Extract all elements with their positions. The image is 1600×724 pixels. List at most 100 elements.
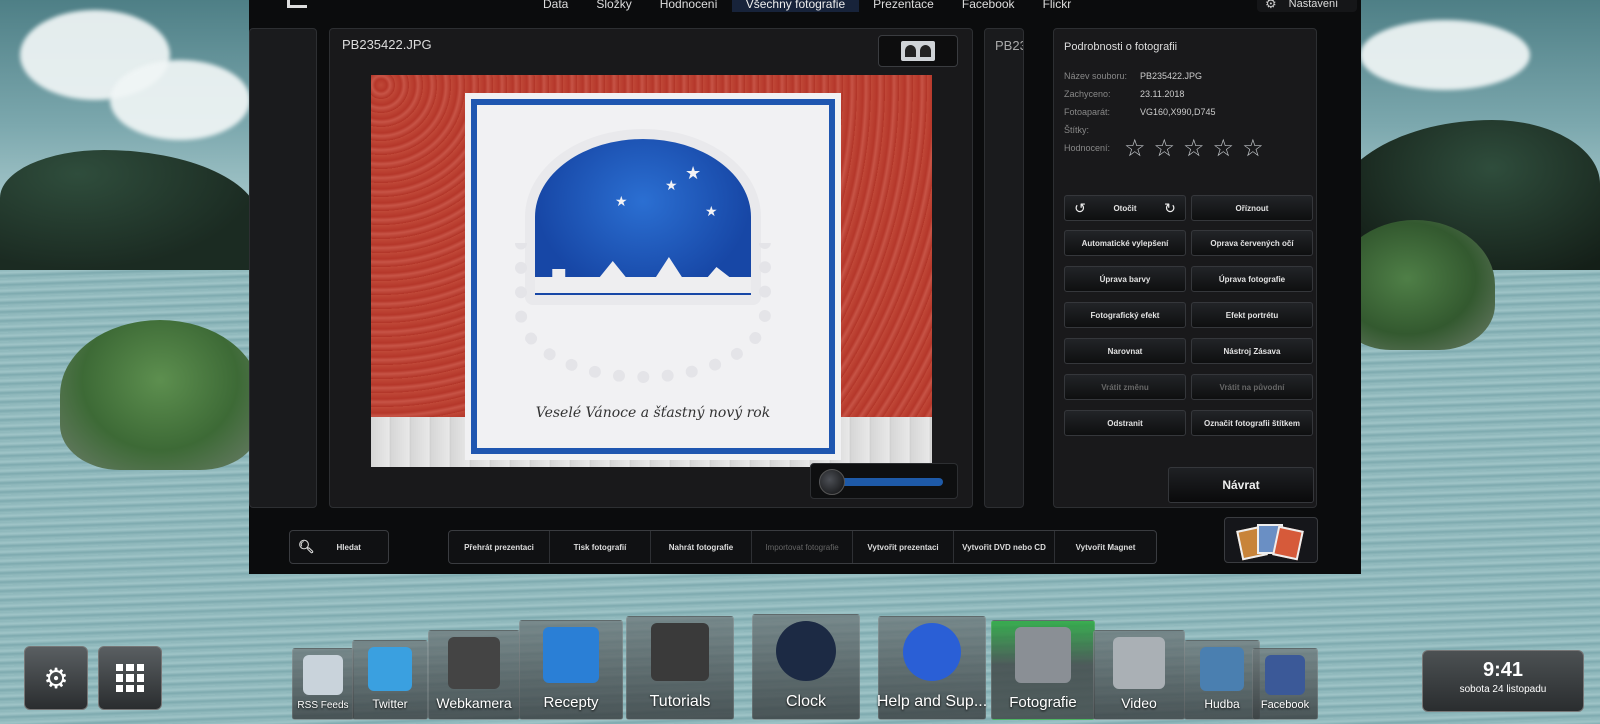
star-icon[interactable]: ☆ [1154, 137, 1176, 161]
detail-key: Název souboru: [1064, 71, 1128, 81]
dock-item-label: Hudba [1204, 697, 1240, 711]
dock-item-label: Video [1121, 695, 1157, 711]
detail-action-button[interactable]: Oprava červených očí [1191, 230, 1313, 256]
detail-action-button[interactable]: Odstranit [1064, 410, 1186, 436]
detail-action-button[interactable]: Fotografický efekt [1064, 302, 1186, 328]
detail-action-button[interactable]: Úprava fotografie [1191, 266, 1313, 292]
compare-button[interactable] [878, 35, 958, 67]
detail-row: Název souboru: PB235422.JPG [1064, 71, 1202, 81]
detail-key: Fotoaparát: [1064, 107, 1111, 117]
card-wreath [515, 243, 771, 383]
dock-item[interactable]: Recepty [519, 620, 623, 720]
dock-item-label: Fotografie [1009, 694, 1077, 711]
zoom-knob[interactable] [818, 469, 845, 495]
detail-action-button[interactable]: Vrátit změnu [1064, 374, 1186, 400]
zoom-slider[interactable] [810, 463, 958, 499]
dock-item[interactable]: Webkamera [428, 630, 520, 720]
toolbar-action-button[interactable]: Vytvořit prezentaci [853, 531, 954, 563]
toolbar-action-button[interactable]: Nahrát fotografie [651, 531, 752, 563]
shooting-star-icon: ★ [685, 163, 702, 183]
photo-details-panel: Podrobnosti o fotografii Název souboru: P… [1053, 28, 1317, 508]
dock-item-label: Facebook [1260, 699, 1310, 711]
previous-photo-panel[interactable] [249, 28, 317, 508]
search-label: Hledat [336, 542, 361, 552]
clock-time: 9:41 [1482, 659, 1524, 681]
tab-3[interactable]: Všechny fotografie [731, 0, 860, 12]
star-icon[interactable]: ☆ [1183, 137, 1205, 161]
detail-action-button[interactable]: Oříznout [1191, 195, 1313, 221]
dock-item[interactable]: Hudba [1184, 640, 1260, 720]
dock-item[interactable]: Help and Sup... [876, 616, 988, 720]
dock-item-label: Clock [785, 693, 826, 710]
photo-filename: PB235422.JPG [342, 37, 432, 52]
dock-item-label: Help and Sup... [876, 693, 988, 710]
photo-app-window: Data Složky Hodnocení Všechny fotografie Pre… [249, 0, 1361, 574]
detail-action-button[interactable]: Nástroj Zásava [1191, 338, 1313, 364]
dock-item[interactable]: Twitter [352, 640, 428, 720]
detail-row: Fotoaparát: VG160,X990,D745 [1064, 107, 1216, 117]
detail-key: Štítky: [1064, 125, 1090, 135]
tab-5[interactable]: Facebook [948, 0, 1029, 12]
dock-item[interactable]: Tutorials [626, 616, 734, 720]
photo-image: ★ ★ ★ ★ Veselé Vánoce a šťastný nový rok [371, 75, 932, 467]
clock-icon [776, 621, 836, 681]
system-clock[interactable]: 9:41 sobota 24 listopadu [1422, 650, 1584, 712]
tab-2[interactable]: Hodnocení [646, 0, 732, 12]
rotate-left-button[interactable]: ↺ [1065, 196, 1095, 220]
settings-button[interactable]: ⚙ Nastavení [1257, 0, 1357, 12]
pot-icon [543, 627, 599, 683]
toolbar-action-button[interactable]: Vytvořit Magnet [1055, 531, 1156, 563]
toolbar-action-button[interactable]: Přehrát prezentaci [449, 531, 550, 563]
star-icon[interactable]: ☆ [1213, 137, 1235, 161]
twitter-bird-icon [368, 647, 412, 691]
background-cloud [1360, 20, 1530, 90]
search-button[interactable]: 🔍︎ Hledat [289, 530, 389, 564]
dock-item[interactable]: Facebook [1252, 648, 1318, 720]
settings-label: Nastavení [1288, 0, 1339, 10]
star-icon: ★ [705, 203, 718, 219]
detail-row: Zachyceno: 23.11.2018 [1064, 89, 1184, 99]
dock-item-label: Webkamera [436, 695, 512, 711]
detail-action-button[interactable]: Automatické vylepšení [1064, 230, 1186, 256]
star-icon[interactable]: ☆ [1242, 137, 1264, 161]
detail-row: Štítky: [1064, 125, 1140, 135]
tab-4[interactable]: Prezentace [859, 0, 948, 12]
music-icon [1200, 647, 1244, 691]
star-icon[interactable]: ☆ [1124, 137, 1146, 161]
video-camera-icon [1113, 637, 1165, 689]
dock-item[interactable]: Video [1093, 630, 1185, 720]
detail-action-button[interactable]: Označit fotografii štítkem [1191, 410, 1313, 436]
back-button[interactable]: Návrat [1168, 467, 1314, 503]
dock-item[interactable]: RSS Feeds [292, 648, 354, 720]
rating-stars[interactable]: ☆ ☆ ☆ ☆ ☆ [1124, 137, 1264, 161]
gallery-button[interactable] [1224, 517, 1318, 563]
rss-icon [303, 655, 343, 695]
rotate-right-button[interactable]: ↻ [1155, 196, 1185, 220]
rotate-label: Otočit [1113, 203, 1137, 213]
detail-action-button[interactable]: Vrátit na původní [1191, 374, 1313, 400]
star-icon: ★ [665, 177, 678, 193]
toolbar-action-button[interactable]: Importovat fotografie [752, 531, 853, 563]
dock-item[interactable]: Fotografie [991, 620, 1095, 720]
next-photo-panel[interactable]: PB2354 [984, 28, 1024, 508]
help-icon [903, 623, 961, 681]
detail-value: VG160,X990,D745 [1140, 107, 1216, 117]
next-photo-filename: PB2354 [995, 38, 1023, 53]
detail-action-button[interactable]: Efekt portrétu [1191, 302, 1313, 328]
detail-action-button[interactable]: Narovnat [1064, 338, 1186, 364]
tutorials-icon [651, 623, 709, 681]
background-cloud [110, 60, 250, 140]
tab-1[interactable]: Složky [582, 0, 645, 12]
toolbar-action-button[interactable]: Vytvořit DVD nebo CD [954, 531, 1055, 563]
tab-0[interactable]: Data [529, 0, 582, 12]
dock-item-label: RSS Feeds [297, 700, 349, 711]
dock-item[interactable]: Clock [752, 614, 860, 720]
camera-icon [1015, 627, 1071, 683]
christmas-card: ★ ★ ★ ★ Veselé Vánoce a šťastný nový rok [465, 93, 841, 460]
toolbar-action-button[interactable]: Tisk fotografií [550, 531, 651, 563]
photo-stack-icon [1272, 525, 1304, 561]
detail-action-button[interactable]: Úprava barvy [1064, 266, 1186, 292]
clock-date: sobota 24 listopadu [1459, 684, 1547, 695]
tab-6[interactable]: Flickr [1029, 0, 1086, 12]
gear-icon: ⚙ [1265, 0, 1277, 11]
